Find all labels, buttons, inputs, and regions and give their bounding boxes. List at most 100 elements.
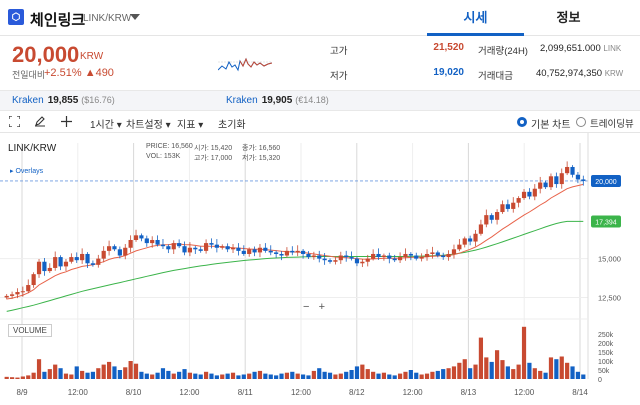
volume24-label: 거래량(24H) [478, 46, 528, 57]
candle [344, 255, 349, 258]
zoom-in-button[interactable]: + [319, 301, 325, 313]
zoom-controls: − + [303, 301, 325, 313]
candle [220, 246, 225, 248]
volume-bar [516, 364, 521, 379]
chevron-down-icon: ▾ [116, 120, 122, 131]
candle [451, 249, 457, 254]
ohlc-volume: VOL: 153K [146, 153, 180, 160]
volume-bar [414, 372, 419, 379]
x-tick-label: 12:00 [68, 388, 89, 397]
volume-tick-label: 200k [598, 341, 614, 348]
overlays-toggle[interactable]: ▸ Overlays [10, 167, 43, 175]
volume-bar [462, 359, 467, 379]
reset-button[interactable]: 초기화 [218, 116, 246, 131]
chart-settings-menu[interactable]: 차트설정 ▾ [126, 116, 171, 131]
volume-bar [468, 368, 473, 379]
volume-bar [117, 370, 122, 379]
volume-bar [150, 374, 155, 379]
tab-quote[interactable]: 시세 [427, 0, 524, 36]
volume-bar [166, 370, 171, 379]
overlays-label: Overlays [15, 168, 44, 175]
candle [209, 243, 214, 245]
candle [252, 249, 257, 253]
chevron-down-icon: ▾ [165, 120, 171, 131]
volume-bar [63, 373, 69, 379]
volume-bar [435, 370, 440, 379]
candle [462, 238, 467, 245]
candle [274, 252, 279, 254]
volume-bar [53, 364, 58, 379]
candle [123, 247, 128, 256]
candle [166, 246, 171, 250]
candlestick-chart[interactable]: 8/9 12:00 8/10 12:00 8/11 12:00 8/12 12:00 8/13 1… [0, 133, 640, 402]
candle [80, 253, 85, 261]
volume-bar [451, 366, 457, 379]
tab-info[interactable]: 정보 [520, 0, 617, 36]
volume-bar [430, 371, 435, 379]
indicators-menu[interactable]: 지표 ▾ [177, 116, 203, 131]
candle [284, 250, 290, 256]
candle [489, 215, 494, 220]
volume-bar [112, 366, 117, 379]
plus-icon[interactable] [61, 116, 72, 127]
zoom-out-button[interactable]: − [303, 301, 309, 313]
candle [247, 249, 252, 254]
volume-bar [160, 368, 166, 379]
volume-bar [300, 374, 306, 379]
volume-bar [532, 368, 537, 379]
x-tick-label: 8/12 [349, 388, 365, 397]
candle [532, 188, 537, 197]
volume-bar [58, 368, 63, 379]
volume-bar [478, 337, 484, 379]
candle [182, 246, 187, 253]
chevron-down-icon[interactable] [130, 14, 140, 20]
exchange-kraken-eur[interactable]: Kraken 19,905 (€14.18) [226, 95, 329, 106]
volume-bar [182, 369, 187, 379]
ohlc-open-label: 시가: [194, 145, 209, 152]
volume-bar [15, 377, 20, 379]
candle [69, 257, 74, 262]
volume-tick-label: 0 [598, 377, 602, 384]
pencil-icon[interactable] [34, 115, 46, 127]
exchange-kraken-usd[interactable]: Kraken 19,855 ($16.76) [12, 95, 115, 106]
exchange-name: Kraken [12, 95, 44, 106]
candle [543, 182, 548, 188]
volume-bar [505, 366, 510, 379]
trade-amount-unit: KRW [604, 69, 624, 78]
volume-bar [128, 361, 133, 379]
price-summary: 20,000 KRW 전일대비 +2.51% ▲490 고가 21,520 저가… [0, 36, 640, 90]
candle [295, 250, 300, 253]
volume-bar [85, 372, 90, 379]
high-value: 21,520 [433, 42, 464, 53]
volume-bar [9, 377, 15, 379]
volume-bar [559, 356, 564, 379]
ohlc-open-value: 15,420 [210, 145, 233, 152]
volume-bar [155, 372, 160, 379]
change-value: +2.51% ▲490 [44, 67, 114, 79]
coin-name[interactable]: 체인링크 [30, 9, 85, 30]
chart-toolbar: 1시간 ▾ 차트설정 ▾ 지표 ▾ 초기화 기본 차트 트레이딩뷰 [0, 111, 640, 133]
volume-bar [338, 373, 343, 379]
candle [441, 255, 446, 258]
volume-bar [187, 372, 193, 379]
volume-bar [554, 359, 559, 379]
volume-bar [220, 374, 225, 379]
volume-bar [489, 361, 494, 379]
exchange-bar: Kraken 19,855 ($16.76) Kraken 19,905 (€14.18… [0, 90, 640, 111]
volume-bar [484, 357, 489, 379]
candle [311, 255, 316, 258]
basic-chart-radio[interactable] [517, 117, 527, 127]
tradingview-radio[interactable] [576, 117, 586, 127]
fullscreen-icon[interactable] [9, 116, 20, 127]
price-chart[interactable]: 8/9 12:00 8/10 12:00 8/11 12:00 8/12 12:00 8/13 1… [0, 133, 640, 402]
change-abs: ▲490 [84, 67, 114, 79]
candle [473, 233, 478, 242]
volume-bar [247, 373, 252, 379]
candle [177, 243, 182, 247]
volume-bar [20, 376, 25, 379]
interval-select[interactable]: 1시간 ▾ [90, 116, 122, 131]
candle [74, 257, 79, 261]
y-tick-label: 20,000 [595, 179, 617, 186]
volume-bar [171, 373, 176, 379]
candle [403, 253, 408, 258]
